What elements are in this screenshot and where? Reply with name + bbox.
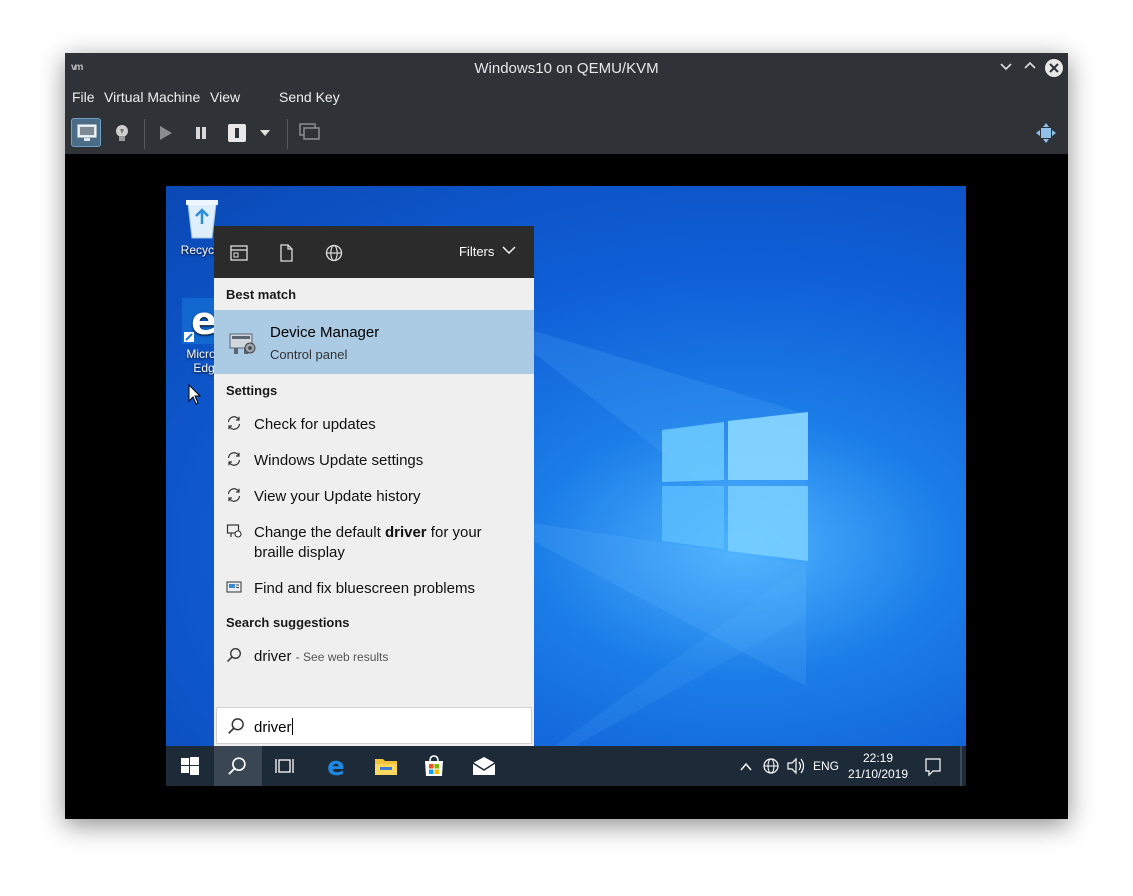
settings-item-label: Check for updates xyxy=(254,416,376,433)
task-view-button[interactable] xyxy=(262,746,310,786)
pause-button[interactable] xyxy=(186,118,216,147)
documents-filter-icon[interactable] xyxy=(276,243,296,263)
best-match-heading: Best match xyxy=(226,287,297,302)
search-query: driver xyxy=(254,718,293,736)
search-icon xyxy=(228,757,246,775)
web-suggestion[interactable]: driver - See web results xyxy=(214,647,534,669)
store-icon xyxy=(425,755,443,776)
sync-icon xyxy=(227,488,241,502)
resize-to-vm-button[interactable] xyxy=(1031,118,1061,147)
taskbar-edge-button[interactable]: e xyxy=(312,746,360,786)
filters-dropdown[interactable]: Filters xyxy=(459,244,516,259)
vm-window: vm Windows10 on QEMU/KVM File Virtual Ma… xyxy=(65,53,1068,819)
web-suggestion-label: driver - See web results xyxy=(254,648,389,665)
taskbar-search-button[interactable] xyxy=(214,746,262,786)
toolbar-separator xyxy=(287,119,288,149)
shutdown-button[interactable] xyxy=(222,118,252,147)
sync-icon xyxy=(227,452,241,466)
mail-icon xyxy=(472,757,496,775)
windows-wallpaper-logo xyxy=(662,412,808,561)
menu-view[interactable]: View xyxy=(210,89,240,105)
settings-item[interactable]: View your Update history xyxy=(214,487,534,509)
menu-file[interactable]: File xyxy=(72,89,95,105)
chevron-up-icon xyxy=(1024,61,1036,69)
taskbar-store-button[interactable] xyxy=(410,746,458,786)
language-indicator[interactable]: ENG xyxy=(813,759,839,773)
chevron-up-icon[interactable] xyxy=(739,746,753,786)
resize-arrows-icon xyxy=(1036,123,1056,143)
show-desktop-button[interactable] xyxy=(960,746,962,786)
filters-label: Filters xyxy=(458,244,495,259)
menu-send-key[interactable]: Send Key xyxy=(279,89,340,105)
sync-icon xyxy=(227,416,241,430)
menu-bar: File Virtual Machine View Send Key xyxy=(65,83,1068,111)
power-icon xyxy=(228,124,246,142)
start-button[interactable] xyxy=(166,746,214,786)
clock-date: 21/10/2019 xyxy=(847,767,909,781)
play-icon xyxy=(160,126,172,140)
settings-item-label: View your Update history xyxy=(254,488,421,505)
search-panel-header: Filters xyxy=(214,226,534,278)
chevron-down-icon xyxy=(1000,63,1012,71)
taskbar-mail-button[interactable] xyxy=(460,746,508,786)
chevron-down-icon xyxy=(502,246,516,254)
close-icon xyxy=(1049,63,1059,73)
mouse-cursor-icon xyxy=(188,384,202,405)
fullscreen-button[interactable] xyxy=(294,118,324,147)
details-view-button[interactable] xyxy=(107,118,137,147)
settings-item[interactable]: Windows Update settings xyxy=(214,451,534,473)
task-view-icon xyxy=(275,759,294,773)
shutdown-menu-button[interactable] xyxy=(255,118,275,147)
taskbar: e ENG 22:19 21/10/2019 xyxy=(166,746,966,786)
braille-display-icon xyxy=(226,524,242,538)
console-view-button[interactable] xyxy=(71,118,101,147)
settings-heading: Settings xyxy=(226,383,278,398)
settings-item[interactable]: Find and fix bluescreen problems xyxy=(214,579,534,601)
settings-item-label: Windows Update settings xyxy=(254,452,424,469)
best-match-subtitle: Control panel xyxy=(270,347,348,362)
edge-icon: e xyxy=(327,754,345,778)
monitor-icon xyxy=(77,124,97,141)
clock-time: 22:19 xyxy=(862,751,894,765)
settings-item[interactable]: Change the default driver for your brail… xyxy=(214,523,534,565)
settings-item[interactable]: Check for updates xyxy=(214,415,534,437)
search-icon xyxy=(228,718,244,734)
text-caret xyxy=(291,718,293,735)
windows-logo-icon xyxy=(181,757,199,775)
search-suggestions-heading: Search suggestions xyxy=(226,615,350,630)
toolbar xyxy=(65,111,1068,154)
maximize-button[interactable] xyxy=(1021,59,1039,77)
best-match-title: Device Manager xyxy=(270,324,380,341)
settings-item-label: Find and fix bluescreen problems xyxy=(254,580,475,597)
toolbar-separator xyxy=(144,119,145,149)
screens-icon xyxy=(299,123,320,140)
close-button[interactable] xyxy=(1045,59,1063,77)
clock[interactable]: 22:19 21/10/2019 xyxy=(842,750,914,782)
minimize-button[interactable] xyxy=(997,59,1015,77)
settings-item-label: Change the default driver for your brail… xyxy=(254,524,482,561)
lightbulb-icon xyxy=(116,125,128,141)
guest-desktop[interactable]: Recycle e Micros Edg Filters Best match xyxy=(166,186,966,786)
best-match-result[interactable]: Device Manager Control panel xyxy=(214,310,534,374)
caret-down-icon xyxy=(260,130,270,136)
folder-icon xyxy=(375,759,397,775)
title-bar[interactable]: vm Windows10 on QEMU/KVM xyxy=(65,53,1068,83)
web-filter-icon[interactable] xyxy=(324,243,344,263)
device-manager-icon xyxy=(229,333,256,354)
taskbar-file-explorer-button[interactable] xyxy=(362,746,410,786)
run-button[interactable] xyxy=(150,118,180,147)
menu-virtual-machine[interactable]: Virtual Machine xyxy=(104,89,200,105)
troubleshoot-icon xyxy=(226,581,242,593)
search-icon xyxy=(226,648,241,663)
apps-filter-icon[interactable] xyxy=(229,243,249,263)
pause-icon xyxy=(196,127,206,139)
window-title: Windows10 on QEMU/KVM xyxy=(474,60,659,77)
volume-icon[interactable] xyxy=(786,746,806,786)
search-input[interactable]: driver xyxy=(216,707,532,744)
svg-text:e: e xyxy=(327,754,345,778)
search-panel: Filters Best match Device Manager Contro… xyxy=(214,226,534,746)
action-center-icon[interactable] xyxy=(924,746,942,786)
network-globe-icon[interactable] xyxy=(762,746,780,786)
